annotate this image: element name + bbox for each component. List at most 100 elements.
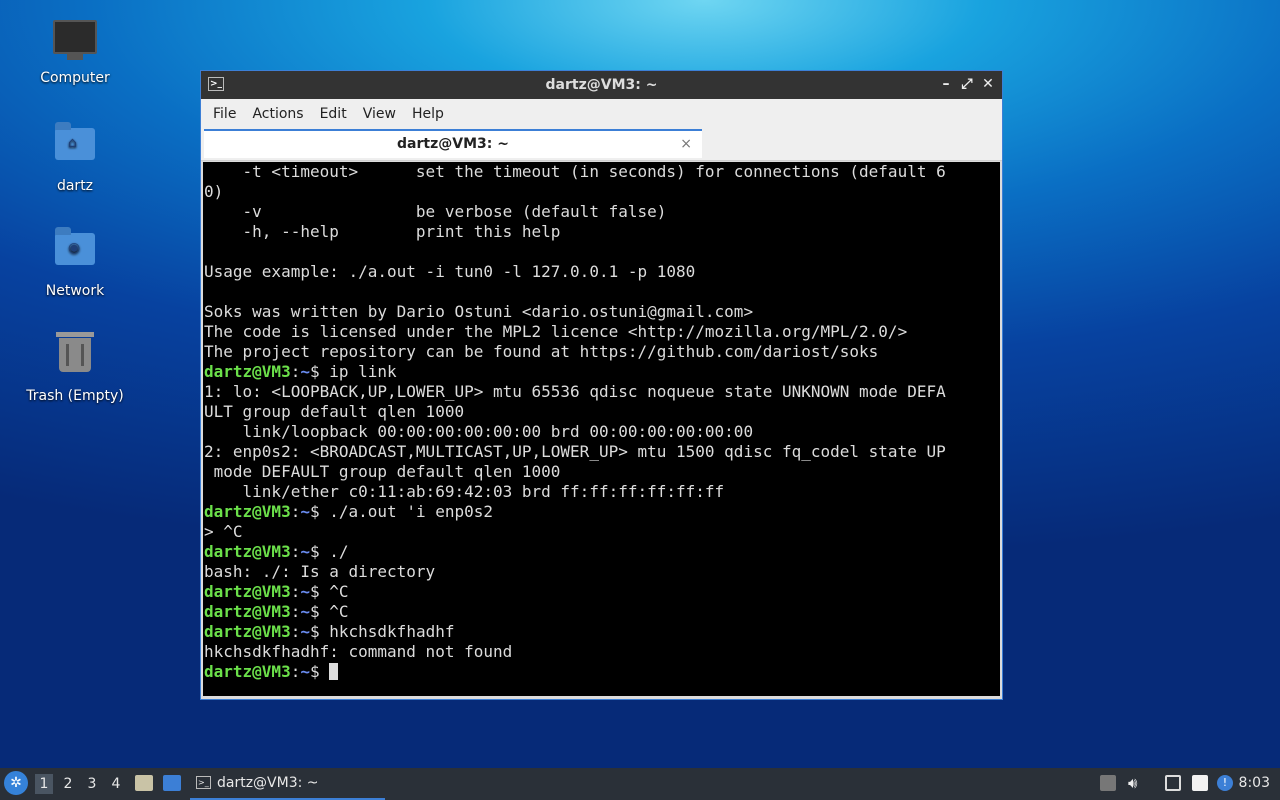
terminal-prompt-line: dartz@VM3:~$ ^C — [204, 582, 1000, 602]
desktop-icon-home[interactable]: ⌂ dartz — [20, 122, 130, 194]
workspace-2[interactable]: 2 — [59, 774, 77, 794]
network-icon[interactable] — [1165, 775, 1181, 791]
terminal-output-line: -h, --help print this help — [204, 222, 561, 241]
prompt-path: ~ — [300, 622, 310, 641]
menu-file[interactable]: File — [205, 102, 244, 126]
file-manager-icon[interactable] — [135, 775, 153, 791]
terminal-window: >_ dartz@VM3: ~ – ⤢ ✕ File Actions Edit … — [200, 70, 1003, 700]
close-button[interactable]: ✕ — [979, 75, 997, 93]
desktop-icon-network[interactable]: ◉ Network — [20, 227, 130, 299]
clipboard-icon[interactable] — [1192, 775, 1208, 791]
prompt-user: dartz@VM3 — [204, 542, 291, 561]
clock[interactable]: 8:03 — [1239, 775, 1270, 791]
show-desktop-icon[interactable] — [163, 775, 181, 791]
terminal-output-line: Soks was written by Dario Ostuni <dario.… — [204, 302, 754, 321]
taskbar: ✲ 1 2 3 4 >_ dartz@VM3: ~ 🔊︎ ! 8:03 — [0, 768, 1280, 800]
terminal-output-line: mode DEFAULT group default qlen 1000 — [204, 462, 561, 481]
command-text: $ ^C — [309, 582, 349, 601]
workspace-4[interactable]: 4 — [107, 774, 125, 794]
terminal-output-line: 1: lo: <LOOPBACK,UP,LOWER_UP> mtu 65536 … — [204, 382, 946, 401]
terminal-text: -t <timeout> set the timeout (in seconds… — [204, 162, 1000, 682]
terminal-output-line: link/loopback 00:00:00:00:00:00 brd 00:0… — [204, 422, 754, 441]
network-folder-icon: ◉ — [51, 227, 99, 277]
terminal-prompt-line: dartz@VM3:~$ ./a.out 'i enp0s2 — [204, 502, 1000, 522]
terminal-output-line: The code is licensed under the MPL2 lice… — [204, 322, 908, 341]
command-text: $ hkchsdkfhadhf — [309, 622, 455, 641]
desktop-icon-computer[interactable]: Computer — [20, 18, 130, 86]
prompt-user: dartz@VM3 — [204, 602, 291, 621]
start-menu-button[interactable]: ✲ — [4, 771, 28, 795]
prompt-separator: : — [290, 582, 301, 601]
terminal-prompt-line: dartz@VM3:~$ ./ — [204, 542, 1000, 562]
prompt-user: dartz@VM3 — [204, 582, 291, 601]
terminal-output-line: -t <timeout> set the timeout (in seconds… — [204, 162, 946, 181]
menu-actions[interactable]: Actions — [244, 102, 311, 126]
prompt-user: dartz@VM3 — [204, 502, 291, 521]
prompt-separator: : — [290, 542, 301, 561]
command-text: $ ./ — [309, 542, 349, 561]
notification-icon[interactable]: ! — [1217, 775, 1233, 791]
workspace-3[interactable]: 3 — [83, 774, 101, 794]
trash-icon — [51, 332, 99, 382]
computer-icon — [51, 20, 99, 64]
terminal-prompt-line: dartz@VM3:~$ — [204, 662, 1000, 682]
terminal-output-line: bash: ./: Is a directory — [204, 562, 436, 581]
maximize-button[interactable]: ⤢ — [958, 75, 976, 93]
update-icon[interactable] — [1100, 775, 1116, 791]
prompt-separator: : — [290, 622, 301, 641]
prompt-path: ~ — [300, 362, 310, 381]
prompt-separator: : — [290, 502, 301, 521]
desktop-icon-label: Network — [45, 283, 105, 299]
terminal-prompt-line: dartz@VM3:~$ hkchsdkfhadhf — [204, 622, 1000, 642]
command-text: $ ^C — [309, 602, 349, 621]
desktop-icon-trash[interactable]: Trash (Empty) — [20, 332, 130, 404]
menu-help[interactable]: Help — [404, 102, 452, 126]
terminal-output-line: Usage example: ./a.out -i tun0 -l 127.0.… — [204, 262, 696, 281]
window-title: dartz@VM3: ~ — [545, 77, 658, 93]
home-folder-icon: ⌂ — [51, 122, 99, 172]
tab-bar: dartz@VM3: ~ × — [201, 129, 1002, 161]
command-text: $ ip link — [309, 362, 397, 381]
terminal-prompt-line: dartz@VM3:~$ ip link — [204, 362, 1000, 382]
prompt-user: dartz@VM3 — [204, 362, 291, 381]
desktop-icon-label: dartz — [56, 178, 94, 194]
minimize-button[interactable]: – — [937, 75, 955, 93]
prompt-path: ~ — [300, 602, 310, 621]
terminal-output-line: 0) — [204, 182, 224, 201]
prompt-separator: : — [290, 602, 301, 621]
terminal-output-line: 2: enp0s2: <BROADCAST,MULTICAST,UP,LOWER… — [204, 442, 946, 461]
tab-title: dartz@VM3: ~ — [397, 136, 509, 152]
menu-edit[interactable]: Edit — [312, 102, 355, 126]
window-titlebar[interactable]: >_ dartz@VM3: ~ – ⤢ ✕ — [201, 71, 1002, 99]
prompt-path: ~ — [300, 502, 310, 521]
terminal-output-line: The project repository can be found at h… — [204, 342, 879, 361]
menu-view[interactable]: View — [355, 102, 404, 126]
prompt-user: dartz@VM3 — [204, 662, 291, 681]
terminal-cursor — [329, 663, 339, 680]
workspace-1[interactable]: 1 — [35, 774, 53, 794]
terminal-icon: >_ — [196, 776, 211, 789]
prompt-path: ~ — [300, 582, 310, 601]
desktop-icon-label: Computer — [40, 70, 110, 86]
tab-terminal[interactable]: dartz@VM3: ~ × — [204, 129, 702, 158]
terminal-output-line: > ^C — [204, 522, 243, 541]
terminal-prompt-line: dartz@VM3:~$ ^C — [204, 602, 1000, 622]
prompt-separator: : — [290, 362, 301, 381]
tab-close-button[interactable]: × — [680, 131, 692, 157]
menu-bar: File Actions Edit View Help — [201, 99, 1002, 129]
task-label: dartz@VM3: ~ — [217, 775, 319, 791]
terminal-output-line: link/ether c0:11:ab:69:42:03 brd ff:ff:f… — [204, 482, 725, 501]
prompt-path: ~ — [300, 542, 310, 561]
volume-icon[interactable]: 🔊︎ — [1128, 775, 1144, 791]
prompt-user: dartz@VM3 — [204, 622, 291, 641]
command-text: $ — [309, 662, 330, 681]
taskbar-task-terminal[interactable]: >_ dartz@VM3: ~ — [190, 768, 385, 800]
prompt-separator: : — [290, 662, 301, 681]
prompt-path: ~ — [300, 662, 310, 681]
terminal-output-line: ULT group default qlen 1000 — [204, 402, 465, 421]
terminal-output[interactable]: -t <timeout> set the timeout (in seconds… — [203, 162, 1000, 696]
command-text: $ ./a.out 'i enp0s2 — [309, 502, 494, 521]
desktop-icon-label: Trash (Empty) — [26, 388, 124, 404]
